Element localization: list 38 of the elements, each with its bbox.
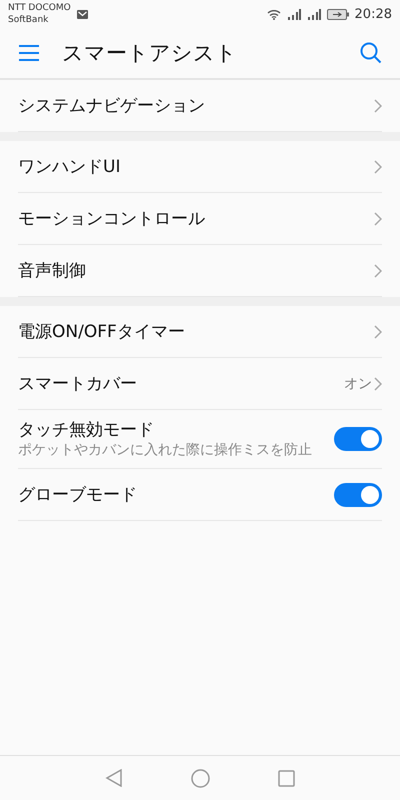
settings-row[interactable]: タッチ無効モード ポケットやカバンに入れた際に操作ミスを防止 — [18, 410, 382, 469]
setting-label: 音声制御 — [18, 260, 87, 282]
settings-row[interactable]: モーションコントロール — [18, 193, 382, 245]
menu-icon[interactable] — [18, 45, 40, 61]
signal-icon — [306, 8, 321, 20]
clock-time: 20:28 — [354, 6, 392, 22]
settings-row[interactable]: ワンハンドUI — [18, 141, 382, 193]
carrier-name: SoftBank — [8, 14, 50, 26]
search-icon[interactable] — [360, 42, 382, 64]
back-icon[interactable] — [105, 769, 123, 787]
home-icon[interactable] — [191, 768, 210, 788]
carrier-name: NTT DOCOMO — [8, 2, 71, 14]
toggle-switch[interactable] — [334, 482, 382, 506]
settings-row[interactable]: スマートカバー オン — [18, 358, 382, 410]
chevron-right-icon — [374, 160, 382, 174]
wifi-icon — [266, 8, 281, 20]
toggle-switch[interactable] — [334, 427, 382, 451]
chevron-right-icon — [374, 264, 382, 278]
setting-label: システムナビゲーション — [18, 95, 206, 117]
setting-description: ポケットやカバンに入れた際に操作ミスを防止 — [18, 441, 313, 460]
chevron-right-icon — [374, 324, 382, 338]
setting-label: スマートカバー — [18, 373, 138, 395]
mail-icon — [76, 10, 88, 18]
setting-label: ワンハンドUI — [18, 156, 122, 178]
setting-value: オン — [344, 374, 372, 392]
settings-row[interactable]: グローブモード — [18, 469, 382, 521]
settings-row[interactable]: 電源ON/OFFタイマー — [18, 306, 382, 358]
setting-label: モーションコントロール — [18, 208, 206, 230]
setting-label: グローブモード — [18, 484, 138, 506]
chevron-right-icon — [374, 212, 382, 226]
setting-label: 電源ON/OFFタイマー — [18, 321, 186, 343]
chevron-right-icon — [374, 376, 382, 390]
chevron-right-icon — [374, 98, 382, 112]
page-title: スマートアシスト — [62, 40, 238, 67]
battery-icon — [326, 8, 349, 20]
recent-apps-icon[interactable] — [278, 770, 295, 786]
signal-icon — [286, 8, 301, 20]
setting-label: タッチ無効モード — [18, 419, 155, 441]
